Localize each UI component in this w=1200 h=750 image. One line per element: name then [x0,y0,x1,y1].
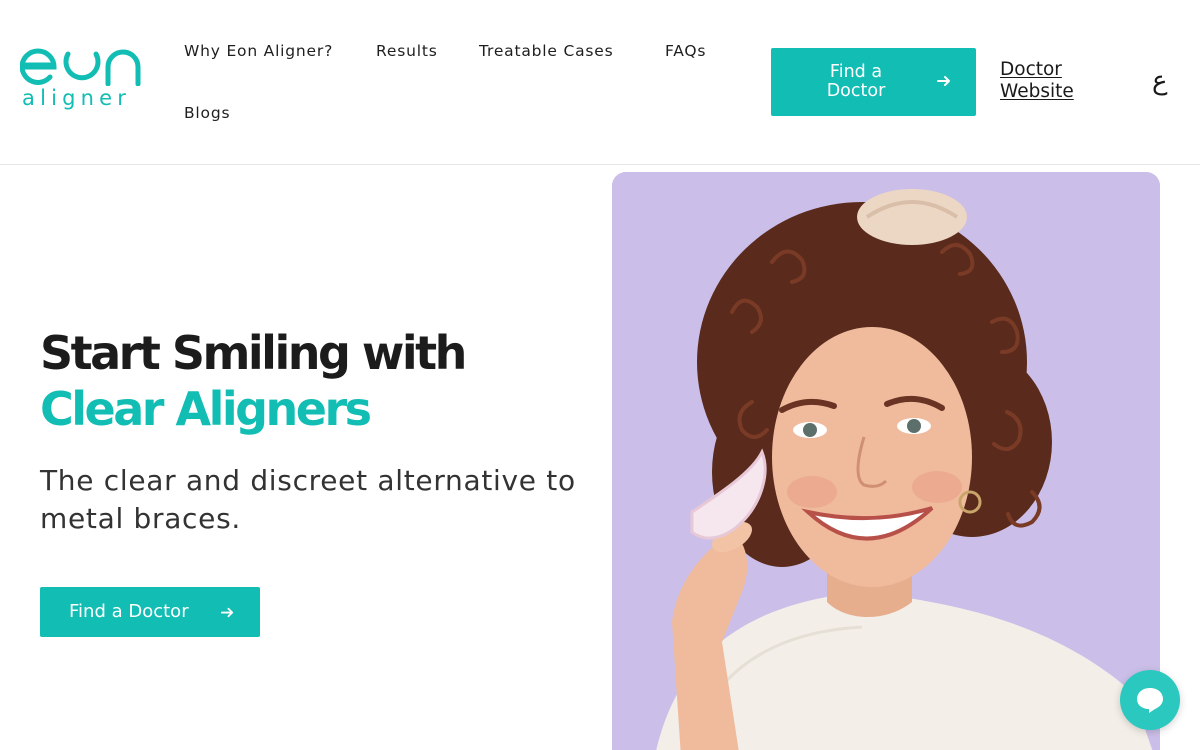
doctor-website-line2: Website [1000,81,1074,102]
chat-widget-button[interactable] [1120,670,1180,730]
header-find-line1: Find a [829,62,883,82]
hero-title: Start Smiling with Clear Aligners [40,325,467,437]
header-find-a-doctor-button[interactable]: Find a Doctor [771,48,976,116]
hero-title-line2: Clear Aligners [40,382,372,436]
logo-aligner-text: aligner [22,86,132,110]
arrow-right-icon [937,76,950,86]
nav-blogs[interactable]: Blogs [184,103,230,123]
hero-subtitle: The clear and discreet alternative to me… [40,464,576,535]
nav-faqs[interactable]: FAQs [665,41,706,61]
eon-aligner-logo[interactable]: aligner [20,46,142,116]
hero-find-a-doctor-label: Find a Doctor [69,601,189,622]
site-header: aligner Why Eon Aligner? Results Treatab… [0,0,1200,165]
nav-results[interactable]: Results [376,41,438,61]
nav-why-eon-aligner[interactable]: Why Eon Aligner? [184,41,333,61]
hero-photo-smiling-woman [612,172,1160,750]
nav-treatable-cases[interactable]: Treatable Cases [479,41,613,61]
hero-find-a-doctor-button[interactable]: Find a Doctor [40,587,260,637]
header-find-line2: Doctor [826,81,886,101]
arrow-right-icon [220,607,234,618]
doctor-website-line1: Doctor [1000,59,1062,80]
smiling-woman-illustration [612,172,1160,750]
logo-eon-wordmark [20,48,141,86]
language-toggle-arabic[interactable]: ع [1152,66,1168,96]
doctor-website-link[interactable]: Doctor Website [1000,59,1090,103]
header-find-a-doctor-label: Find a Doctor [801,63,911,101]
chat-bubble-icon [1137,688,1163,713]
hero-title-line1: Start Smiling with [40,326,467,380]
